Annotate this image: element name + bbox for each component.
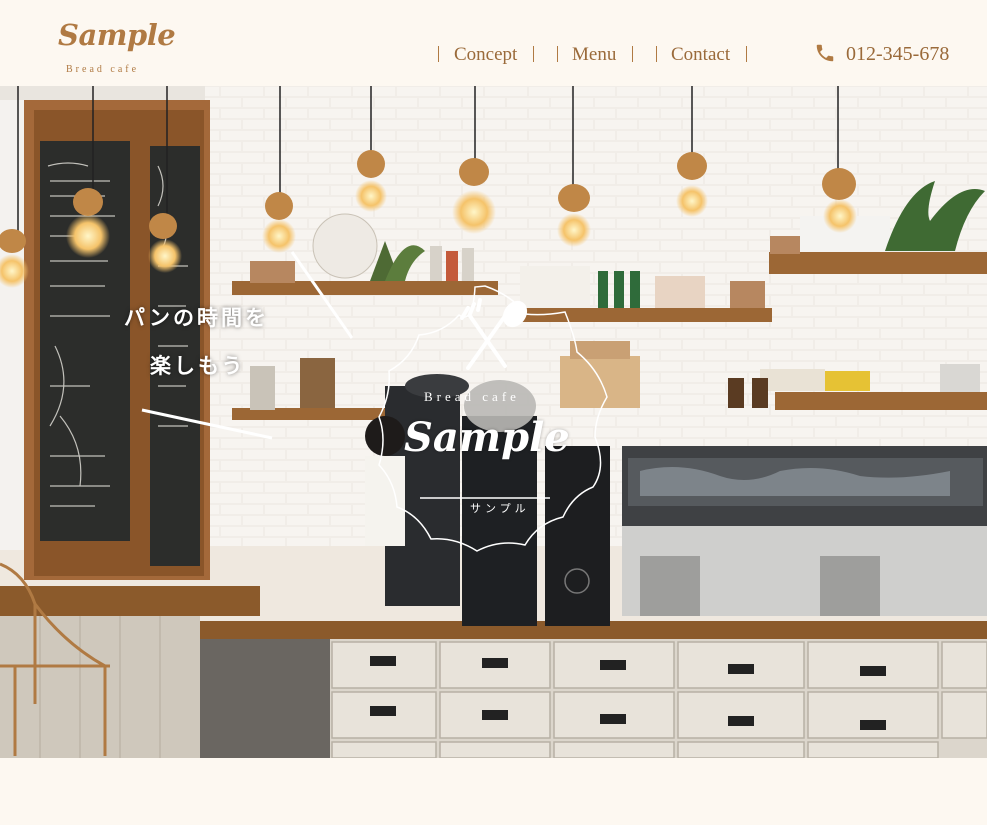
emblem-subtitle: Bread cafe (424, 389, 520, 404)
nav-divider (656, 46, 657, 62)
emblem-kana: サンプル (470, 502, 530, 515)
hero-image: パンの時間を 楽しもう Bread cafe Sample サンプル (0, 86, 987, 758)
catch-copy-line2: 楽しもう (150, 354, 246, 378)
emblem-title: Sample (404, 414, 570, 461)
page-bottom-space (0, 758, 987, 825)
nav-divider (557, 46, 558, 62)
nav-divider (438, 46, 439, 62)
nav-divider (632, 46, 633, 62)
phone-number: 012-345-678 (846, 43, 950, 65)
nav-contact-link[interactable]: Contact (671, 42, 730, 68)
phone-icon (816, 44, 834, 62)
nav-concept-link[interactable]: Concept (454, 42, 517, 68)
nav-divider (533, 46, 534, 62)
logo-subtitle: Bread cafe (66, 64, 140, 75)
nav-menu-link[interactable]: Menu (572, 42, 616, 68)
site-header: Sample Bread cafe Concept Menu Contact 0… (0, 0, 987, 86)
nav-divider (746, 46, 747, 62)
catch-copy-line1: パンの時間を (124, 306, 270, 330)
logo-text: Sample (58, 18, 176, 52)
site-logo[interactable]: Sample Bread cafe (55, 18, 176, 78)
